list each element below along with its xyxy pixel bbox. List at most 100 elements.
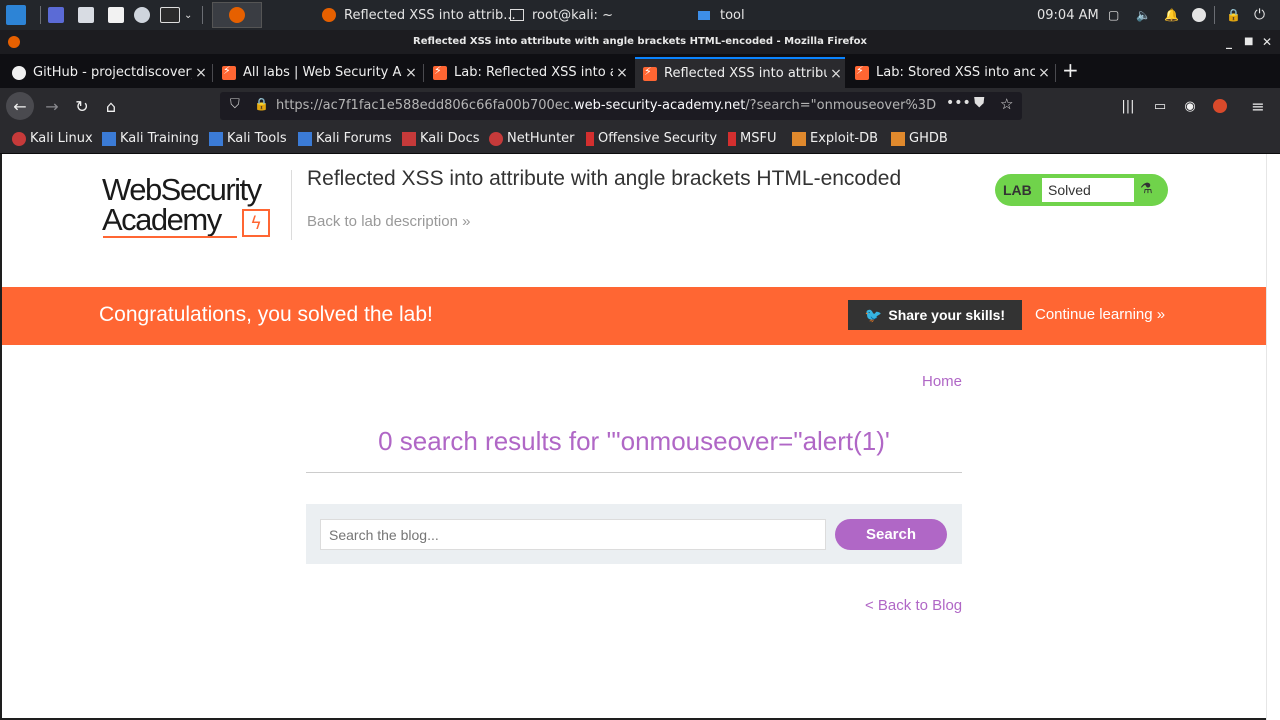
- bookmark-label: MSFU: [740, 131, 777, 146]
- os-taskbar: ⌄ Reflected XSS into attrib... root@kali…: [0, 0, 1280, 30]
- tab-label: GitHub - projectdiscovery: [33, 65, 192, 80]
- portswigger-icon: [643, 65, 657, 81]
- text-editor-icon[interactable]: [108, 0, 124, 30]
- close-tab-icon[interactable]: ×: [192, 65, 210, 81]
- lab-label: LAB: [1003, 182, 1032, 198]
- kali-training-icon: [102, 131, 116, 146]
- url-bar[interactable]: ⛉ 🔒 https://ac7f1fac1e588edd806c66fa00b7…: [220, 92, 1022, 120]
- library-icon[interactable]: |||: [1114, 92, 1142, 120]
- logout-icon[interactable]: ⏻: [1254, 0, 1265, 30]
- bookmark-label: NetHunter: [507, 131, 575, 146]
- lab-status-badge: LAB Solved ⚗: [995, 174, 1168, 206]
- chevron-down-icon[interactable]: ⌄: [184, 0, 192, 30]
- logo-line2[interactable]: Academy: [102, 204, 222, 236]
- show-desktop-icon[interactable]: [48, 0, 64, 30]
- power-status-icon[interactable]: [1192, 0, 1206, 30]
- close-tab-icon[interactable]: ×: [402, 65, 420, 81]
- taskbar-window-folder[interactable]: tool: [698, 0, 745, 30]
- screen-icon[interactable]: ▢: [1108, 0, 1119, 30]
- search-input[interactable]: [320, 519, 826, 550]
- url-text[interactable]: https://ac7f1fac1e588edd806c66fa00b700ec…: [276, 98, 958, 113]
- close-icon[interactable]: ✕: [1262, 30, 1272, 54]
- exploit-db-icon: [792, 131, 806, 146]
- tab-lab-reflected-xss[interactable]: Lab: Reflected XSS into a ×: [425, 57, 631, 88]
- scrollbar[interactable]: [1266, 154, 1280, 720]
- firefox-taskbar-icon[interactable]: [212, 2, 262, 28]
- firefox-icon: [8, 36, 20, 48]
- lock-icon[interactable]: 🔒: [254, 97, 269, 111]
- bookmark-kali-training[interactable]: Kali Training: [102, 131, 199, 146]
- search-button[interactable]: Search: [835, 519, 947, 550]
- portswigger-icon: [855, 64, 869, 80]
- tab-label: Lab: Reflected XSS into a: [454, 65, 613, 80]
- tab-lab-stored-xss[interactable]: Lab: Stored XSS into anch ×: [847, 57, 1053, 88]
- extension-icon[interactable]: [1206, 92, 1234, 120]
- kali-menu-icon[interactable]: [6, 0, 26, 30]
- sidebar-icon[interactable]: ▭: [1146, 92, 1174, 120]
- search-form: Search: [306, 504, 962, 564]
- back-to-description-link[interactable]: Back to lab description »: [307, 213, 470, 230]
- volume-icon[interactable]: 🔈: [1136, 0, 1151, 30]
- tab-label: Lab: Stored XSS into anch: [876, 65, 1035, 80]
- back-to-blog-link[interactable]: < Back to Blog: [865, 597, 962, 614]
- ghdb-icon: [891, 131, 905, 146]
- window-titlebar: Reflected XSS into attribute with angle …: [0, 30, 1280, 54]
- bookmark-kali-tools[interactable]: Kali Tools: [209, 131, 287, 146]
- close-tab-icon[interactable]: ×: [827, 66, 845, 82]
- lock-icon[interactable]: 🔒: [1226, 0, 1241, 30]
- minimize-icon[interactable]: _: [1226, 30, 1232, 54]
- terminal-icon[interactable]: [160, 0, 180, 30]
- bookmark-star-icon[interactable]: ☆: [1000, 95, 1013, 113]
- tab-label: All labs | Web Security Ac: [243, 65, 402, 80]
- close-tab-icon[interactable]: ×: [613, 65, 631, 81]
- bookmark-label: Kali Docs: [420, 131, 480, 146]
- home-icon[interactable]: ⌂: [97, 92, 125, 120]
- new-tab-icon[interactable]: +: [1062, 58, 1079, 82]
- pocket-icon[interactable]: ⛊: [974, 95, 985, 111]
- tab-all-labs[interactable]: All labs | Web Security Ac ×: [214, 57, 420, 88]
- taskbar-window-label: root@kali: ~: [532, 7, 613, 23]
- bookmark-label: Kali Tools: [227, 131, 287, 146]
- web-browser-icon[interactable]: [134, 0, 150, 30]
- forward-arrow-icon[interactable]: →: [38, 92, 66, 120]
- back-arrow-icon[interactable]: ←: [6, 92, 34, 120]
- kali-icon: [12, 131, 26, 146]
- tab-label: Reflected XSS into attribu: [664, 66, 827, 81]
- tab-bar: GitHub - projectdiscovery × All labs | W…: [0, 54, 1280, 88]
- share-label: Share your skills!: [888, 307, 1006, 323]
- menu-icon[interactable]: ≡: [1244, 92, 1272, 120]
- bookmark-exploit-db[interactable]: Exploit-DB: [792, 131, 878, 146]
- reload-icon[interactable]: ↻: [68, 92, 96, 120]
- bookmark-kali-forums[interactable]: Kali Forums: [298, 131, 392, 146]
- taskbar-window-terminal[interactable]: root@kali: ~: [510, 0, 613, 30]
- tab-reflected-xss-attribute[interactable]: Reflected XSS into attribu ×: [635, 57, 845, 88]
- bookmark-nethunter[interactable]: NetHunter: [489, 131, 575, 146]
- shield-icon[interactable]: ⛉: [230, 97, 240, 112]
- page-actions-icon[interactable]: •••: [946, 95, 971, 111]
- bookmark-kali-docs[interactable]: Kali Docs: [402, 131, 480, 146]
- notification-bell-icon[interactable]: 🔔: [1164, 0, 1179, 30]
- share-skills-button[interactable]: 🐦 Share your skills!: [848, 300, 1022, 330]
- bookmark-label: GHDB: [909, 131, 948, 146]
- search-results-heading: 0 search results for '"onmouseover="aler…: [378, 426, 890, 456]
- logo-bolt-icon: ϟ: [242, 209, 270, 237]
- kali-forums-icon: [298, 131, 312, 146]
- tab-github[interactable]: GitHub - projectdiscovery ×: [4, 57, 210, 88]
- bookmark-ghdb[interactable]: GHDB: [891, 131, 948, 146]
- portswigger-icon: [222, 64, 236, 80]
- file-manager-icon[interactable]: [78, 0, 94, 30]
- kali-tools-icon: [209, 131, 223, 146]
- continue-learning-link[interactable]: Continue learning »: [1035, 306, 1165, 323]
- account-icon[interactable]: ◉: [1176, 92, 1204, 120]
- clock[interactable]: 09:04 AM: [1037, 0, 1099, 30]
- home-link[interactable]: Home: [922, 373, 962, 390]
- kali-docs-icon: [402, 131, 416, 146]
- bookmark-kali-linux[interactable]: Kali Linux: [12, 131, 93, 146]
- maximize-icon[interactable]: ■: [1244, 30, 1253, 54]
- bookmark-offensive-security[interactable]: Offensive Security: [586, 131, 717, 146]
- taskbar-window-label: Reflected XSS into attrib...: [344, 7, 516, 23]
- window-title: Reflected XSS into attribute with angle …: [413, 36, 867, 47]
- close-tab-icon[interactable]: ×: [1035, 65, 1053, 81]
- taskbar-window-firefox[interactable]: Reflected XSS into attrib...: [322, 0, 516, 30]
- bookmark-msfu[interactable]: MSFU: [728, 131, 776, 146]
